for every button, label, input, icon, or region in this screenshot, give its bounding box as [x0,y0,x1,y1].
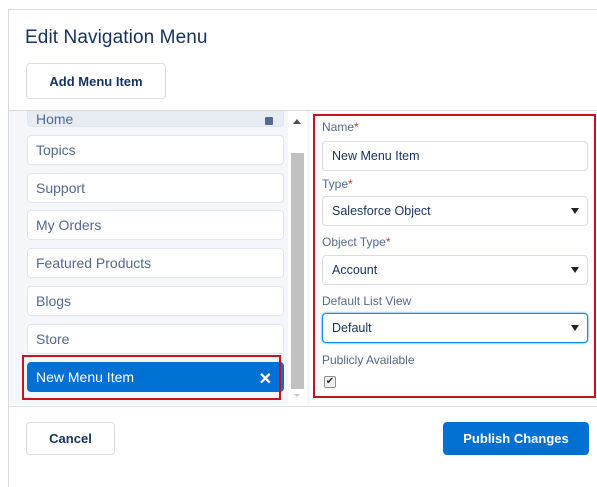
list-item-label: Store [36,331,70,347]
scroll-thumb[interactable] [291,153,304,389]
list-item-label: Topics [36,142,76,158]
bottom-divider [9,406,597,407]
name-label: Name* [322,120,359,134]
type-label: Type* [322,177,353,191]
list-item-blogs[interactable]: Blogs [27,286,284,316]
dialog-title: Edit Navigation Menu [25,27,208,48]
object-type-select[interactable]: Account [322,255,588,285]
home-icon [265,117,273,125]
scroll-up-icon[interactable] [293,119,301,124]
list-item-support[interactable]: Support [27,173,284,203]
list-item-label: New Menu Item [36,369,135,385]
default-list-view-label: Default List View [322,294,412,308]
publicly-available-checkbox[interactable]: ✔ [324,376,336,388]
list-item-label: Blogs [36,293,72,309]
name-input[interactable]: New Menu Item [322,141,588,171]
list-item-new-menu-item[interactable]: New Menu Item ✕ [27,362,284,392]
publish-changes-button[interactable]: Publish Changes [443,422,589,455]
chevron-down-icon [571,325,579,331]
list-item-my-orders[interactable]: My Orders [27,210,284,240]
list-item-topics[interactable]: Topics [27,135,284,165]
default-list-view-select[interactable]: Default [322,313,588,343]
list-item-home[interactable]: Home [27,111,284,127]
list-item-store[interactable]: Store [27,324,284,354]
list-item-label: Featured Products [36,255,152,271]
dialog-border-top [8,9,597,10]
type-select[interactable]: Salesforce Object [322,196,588,226]
publicly-available-label: Publicly Available [322,353,415,367]
list-scrollbar[interactable] [288,111,307,405]
close-icon[interactable]: ✕ [259,369,272,389]
scroll-down-icon[interactable] [294,394,300,397]
object-type-label: Object Type* [322,235,391,249]
list-item-label: Support [36,180,86,196]
chevron-down-icon [571,267,579,273]
cancel-button[interactable]: Cancel [26,422,115,455]
list-item-label: My Orders [36,217,102,233]
list-item-featured-products[interactable]: Featured Products [27,248,284,278]
menu-item-list[interactable]: Home Topics Support My Orders Featured P… [9,111,310,405]
list-item-label: Home [36,111,74,127]
chevron-down-icon [571,208,579,214]
add-menu-item-button[interactable]: Add Menu Item [26,63,166,99]
